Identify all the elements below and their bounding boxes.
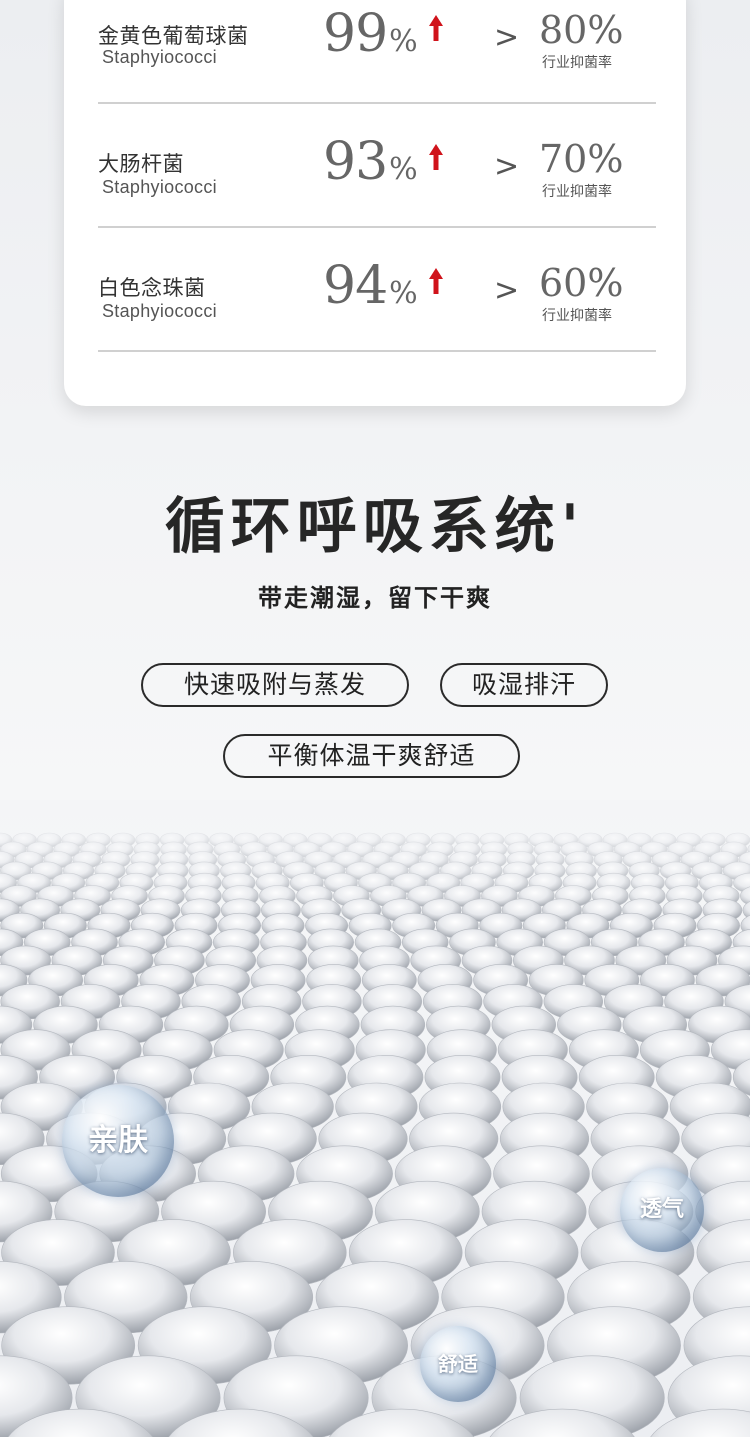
stats-row: 白色念珠菌 Staphyiococci 94% > 60% 行业抑菌率 [98, 228, 656, 352]
greater-than-sign: > [494, 149, 520, 184]
bacteria-name: 白色念珠菌 [98, 276, 206, 300]
industry-rate-label: 行业抑菌率 [542, 55, 612, 71]
rate-unit: % [389, 276, 418, 311]
industry-rate-label: 行业抑菌率 [542, 184, 612, 200]
feature-bubble-skin-friendly: 亲肤 [62, 1085, 174, 1197]
feature-pill: 吸湿排汗 [440, 663, 608, 707]
fabric-loop [650, 1408, 750, 1437]
bacteria-name-en: Staphyiococci [102, 47, 217, 67]
feature-bubble-breathable: 透气 [620, 1168, 704, 1252]
stats-row: 大肠杆菌 Staphyiococci 93% > 70% 行业抑菌率 [98, 104, 656, 228]
rate-value: 93 [323, 132, 388, 192]
section-title: 循环呼吸系统' [164, 492, 586, 562]
rate-unit: % [389, 24, 418, 59]
bacteria-name-en: Staphyiococci [102, 301, 217, 321]
inhibition-rate: 99% [323, 4, 418, 64]
up-arrow-icon [429, 268, 443, 294]
industry-rate: 70% [539, 137, 624, 181]
rate-value: 94 [323, 256, 388, 316]
bacteria-name: 大肠杆菌 [98, 152, 184, 176]
rate-value: 99 [323, 4, 388, 64]
greater-than-sign: > [494, 273, 520, 308]
antibacterial-stats-card: 金黄色葡萄球菌 Staphyiococci 99% > 80% 行业抑菌率 大肠… [64, 0, 686, 406]
up-arrow-icon [429, 15, 443, 41]
inhibition-rate: 93% [323, 132, 418, 192]
bacteria-name: 金黄色葡萄球菌 [98, 24, 249, 48]
greater-than-sign: > [494, 20, 520, 55]
feature-pill: 快速吸附与蒸发 [141, 663, 409, 707]
section-subtitle: 带走潮湿，留下干爽 [258, 584, 492, 612]
inhibition-rate: 94% [323, 256, 418, 316]
feature-pill: 平衡体温干爽舒适 [223, 734, 520, 778]
industry-rate: 80% [539, 8, 624, 52]
feature-bubble-comfortable: 舒适 [420, 1326, 496, 1402]
bacteria-name-en: Staphyiococci [102, 177, 217, 197]
industry-rate: 60% [539, 261, 624, 305]
up-arrow-icon [429, 144, 443, 170]
industry-rate-label: 行业抑菌率 [542, 308, 612, 324]
stats-row: 金黄色葡萄球菌 Staphyiococci 99% > 80% 行业抑菌率 [98, 0, 656, 104]
rate-unit: % [389, 152, 418, 187]
